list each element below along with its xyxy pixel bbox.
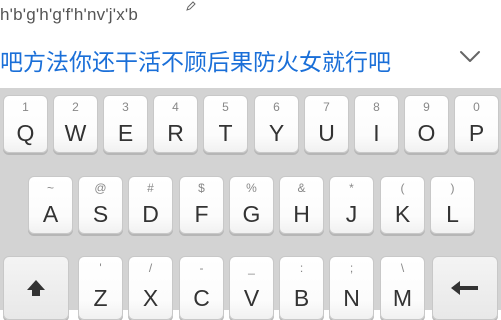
key-h[interactable]: & H [279, 176, 324, 234]
key-f[interactable]: $ F [179, 176, 224, 234]
key-j[interactable]: * J [329, 176, 374, 234]
candidate-text[interactable]: 吧方法你还干活不顾后果防火女就行吧 [0, 43, 391, 77]
key-d[interactable]: # D [128, 176, 173, 234]
key-e[interactable]: 3 E [103, 95, 148, 153]
key-o[interactable]: 9 O [404, 95, 449, 153]
key-r[interactable]: 4 R [153, 95, 198, 153]
key-p[interactable]: 0 P [454, 95, 499, 153]
key-w[interactable]: 2 W [53, 95, 98, 153]
pencil-icon[interactable] [186, 1, 196, 11]
key-z[interactable]: ' Z [78, 256, 123, 320]
key-c[interactable]: - C [179, 256, 224, 320]
key-l[interactable]: ) L [430, 176, 475, 234]
pinyin-text: h'b'g'h'g'f'h'nv'j'x'b [0, 5, 138, 24]
backspace-arrow-left-icon [451, 281, 478, 295]
key-a[interactable]: ~ A [28, 176, 73, 234]
key-k[interactable]: ( K [380, 176, 425, 234]
shift-arrow-up-icon [27, 280, 45, 296]
key-q[interactable]: 1 Q [3, 95, 48, 153]
key-u[interactable]: 7 U [304, 95, 349, 153]
keyboard: 1 Q 2 W 3 E 4 R 5 T 6 Y 7 U 8 I 9 O 0 P … [0, 88, 501, 320]
key-v[interactable]: _ V [229, 256, 274, 320]
candidate-bar: 吧方法你还干活不顾后果防火女就行吧 [0, 36, 501, 82]
key-x[interactable]: / X [128, 256, 173, 320]
key-m[interactable]: \ M [380, 256, 425, 320]
key-s[interactable]: @ S [78, 176, 123, 234]
key-t[interactable]: 5 T [203, 95, 248, 153]
key-b[interactable]: : B [279, 256, 324, 320]
pinyin-composition-bar: h'b'g'h'g'f'h'nv'j'x'b [0, 0, 501, 32]
key-y[interactable]: 6 Y [254, 95, 299, 153]
key-i[interactable]: 8 I [354, 95, 399, 153]
shift-key[interactable] [3, 256, 69, 320]
key-g[interactable]: % G [229, 176, 274, 234]
key-n[interactable]: ; N [329, 256, 374, 320]
chevron-down-icon[interactable] [459, 50, 481, 64]
backspace-key[interactable] [432, 256, 498, 320]
